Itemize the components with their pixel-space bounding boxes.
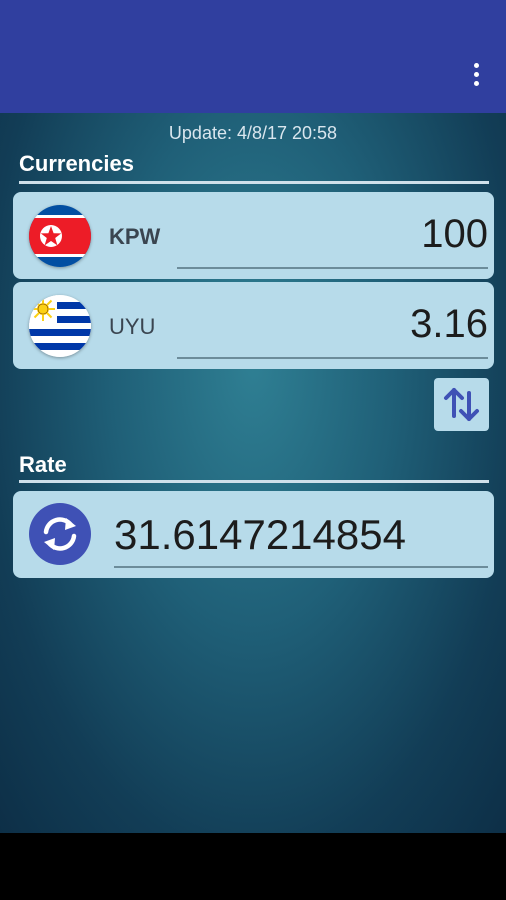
swap-currencies-button[interactable]	[434, 378, 489, 431]
currencies-heading: Currencies	[19, 151, 134, 176]
to-amount-output[interactable]: 3.16	[188, 302, 488, 347]
from-amount-underline	[177, 267, 488, 269]
from-amount-input[interactable]: 100	[188, 212, 488, 257]
from-currency-code[interactable]: KPW	[109, 224, 160, 250]
swap-vertical-arrows-icon	[444, 388, 479, 421]
to-currency-code[interactable]: UYU	[109, 314, 155, 340]
more-vert-icon[interactable]	[464, 58, 488, 90]
rate-divider	[19, 480, 489, 483]
rate-value[interactable]: 31.6147214854	[114, 511, 406, 559]
app-bar	[0, 0, 506, 113]
rate-card: 31.6147214854	[13, 491, 494, 578]
to-currency-card: UYU 3.16	[13, 282, 494, 369]
currencies-divider	[19, 181, 489, 184]
rate-heading: Rate	[19, 452, 67, 477]
uruguay-flag-icon[interactable]	[29, 295, 91, 357]
from-currency-card: KPW 100	[13, 192, 494, 279]
update-timestamp: Update: 4/8/17 20:58	[168, 123, 338, 143]
to-amount-underline	[177, 357, 488, 359]
refresh-icon[interactable]	[29, 503, 91, 565]
main-content: Update: 4/8/17 20:58 Currencies KPW 100	[0, 113, 506, 833]
rate-underline	[114, 566, 488, 568]
north-korea-flag-icon[interactable]	[29, 205, 91, 267]
system-navigation-bar	[0, 833, 506, 900]
